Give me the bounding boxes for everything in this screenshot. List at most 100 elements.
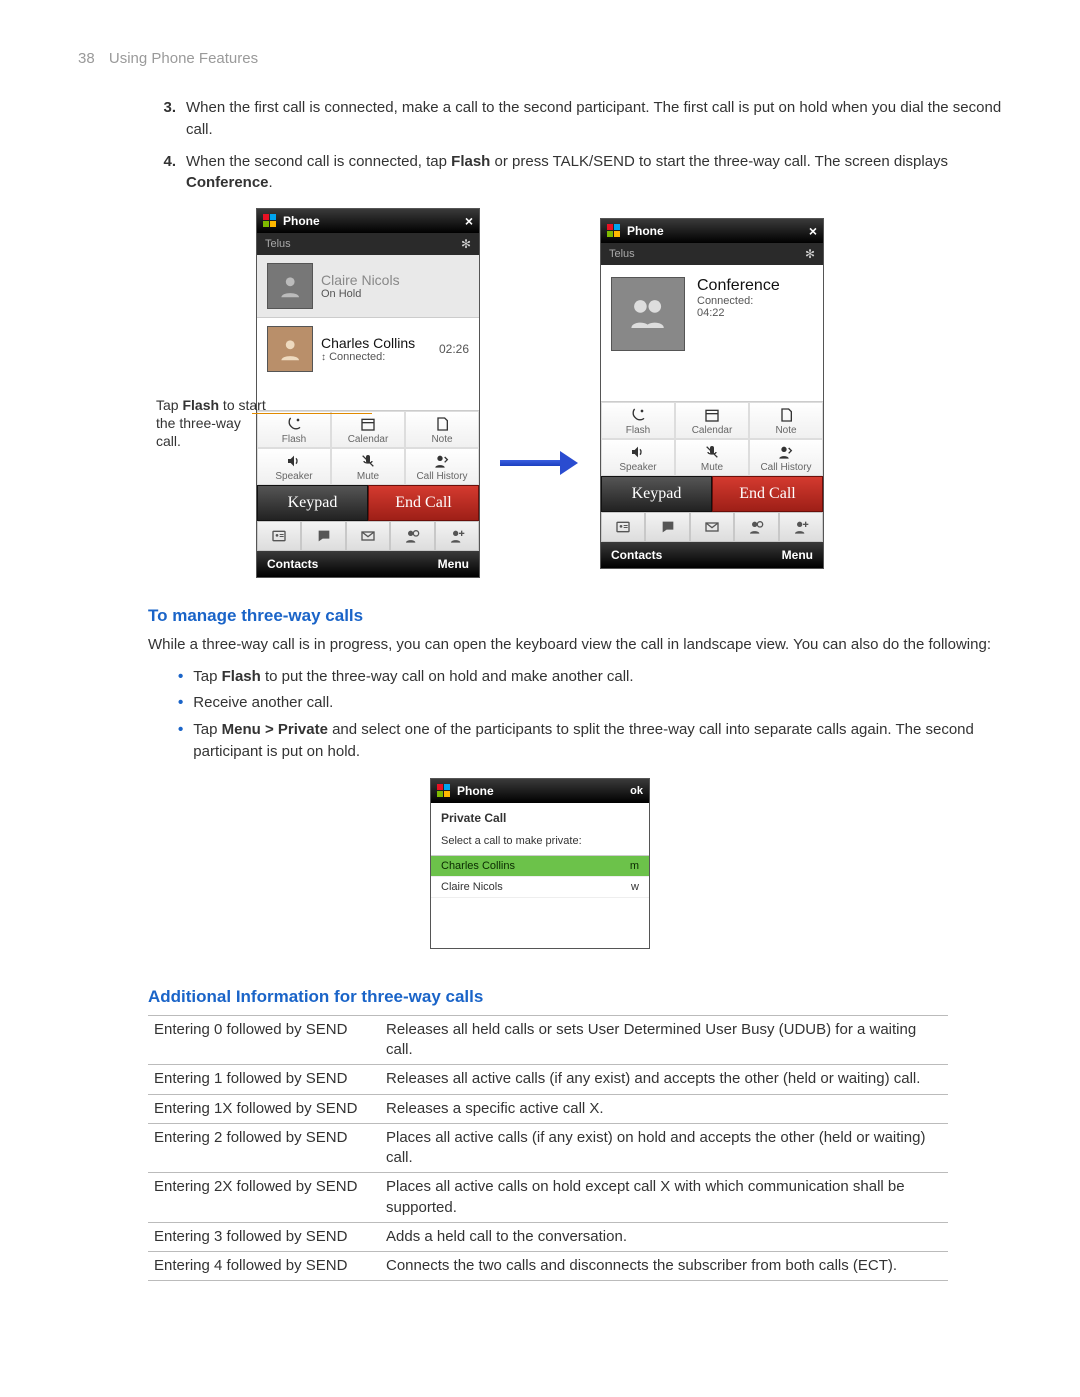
table-row: Entering 2 followed by SENDPlaces all ac… <box>148 1123 948 1173</box>
heading-additional: Additional Information for three-way cal… <box>148 987 1002 1007</box>
status-icons: × <box>453 213 473 229</box>
list-item[interactable]: Charles Collins m <box>431 856 649 877</box>
carrier-bar: Telus ✻ <box>601 243 823 265</box>
table-row: Entering 1 followed by SENDReleases all … <box>148 1065 948 1094</box>
avatar <box>267 326 313 372</box>
action-grid: Flash Calendar Note Speaker Mute Call Hi… <box>257 410 479 485</box>
send-codes-table: Entering 0 followed by SENDReleases all … <box>148 1015 948 1282</box>
list-item-tag: w <box>631 881 639 893</box>
windows-flag-icon <box>607 224 621 238</box>
app-title: Phone <box>283 214 320 228</box>
speaker-button[interactable]: Speaker <box>601 439 675 476</box>
running-header: 38 Using Phone Features <box>0 50 1080 67</box>
soft-left[interactable]: Contacts <box>267 557 318 571</box>
screenshots-row: Tap Flash to start the three-way call. P… <box>78 208 1002 578</box>
call-timer: 02:26 <box>439 342 469 356</box>
windows-flag-icon <box>263 214 277 228</box>
mute-button[interactable]: Mute <box>675 439 749 476</box>
keypad-button[interactable]: Keypad <box>601 476 712 512</box>
soft-right[interactable]: Menu <box>438 557 469 571</box>
bullet-item: • Receive another call. <box>178 692 1002 715</box>
call-status: ↕ Connected: <box>321 351 415 363</box>
private-call-heading: Private Call <box>431 803 649 833</box>
bullet-icon: • <box>178 719 183 764</box>
mute-indicator-icon: ✻ <box>461 237 471 251</box>
end-call-button[interactable]: End Call <box>712 476 823 512</box>
callout-leader-line <box>252 413 372 414</box>
call-history-button[interactable]: Call History <box>405 448 479 485</box>
heading-manage: To manage three-way calls <box>148 606 1002 626</box>
table-row: Entering 1X followed by SENDReleases a s… <box>148 1094 948 1123</box>
end-call-button[interactable]: End Call <box>368 485 479 521</box>
view-contact-icon[interactable] <box>734 512 778 542</box>
status-icons: ok <box>618 785 643 797</box>
view-contact-icon[interactable] <box>390 521 434 551</box>
table-row: Entering 3 followed by SENDAdds a held c… <box>148 1222 948 1251</box>
avatar <box>267 263 313 309</box>
bullet-item: • Tap Menu > Private and select one of t… <box>178 719 1002 764</box>
caller-name: Charles Collins <box>321 335 415 351</box>
note-button[interactable]: Note <box>749 402 823 439</box>
speaker-button[interactable]: Speaker <box>257 448 331 485</box>
calendar-button[interactable]: Calendar <box>331 411 405 448</box>
phone-topbar: Phone × <box>601 219 823 243</box>
app-title: Phone <box>457 784 494 798</box>
active-call-row[interactable]: Charles Collins ↕ Connected: 02:26 <box>257 318 479 380</box>
flash-button[interactable]: Flash <box>257 411 331 448</box>
right-arrow-icon <box>500 455 580 471</box>
soft-right[interactable]: Menu <box>782 548 813 562</box>
add-contact-icon[interactable] <box>779 512 823 542</box>
mute-button[interactable]: Mute <box>331 448 405 485</box>
table-row: Entering 0 followed by SENDReleases all … <box>148 1015 948 1065</box>
ok-button[interactable]: ok <box>630 785 643 797</box>
call-status: Connected: <box>697 295 780 307</box>
contact-card-icon[interactable] <box>257 521 301 551</box>
contact-card-icon[interactable] <box>601 512 645 542</box>
mail-icon[interactable] <box>346 521 390 551</box>
note-button[interactable]: Note <box>405 411 479 448</box>
chat-icon[interactable] <box>645 512 689 542</box>
close-icon[interactable]: × <box>809 223 817 239</box>
list-item-name: Charles Collins <box>441 860 515 872</box>
add-contact-icon[interactable] <box>435 521 479 551</box>
calendar-button[interactable]: Calendar <box>675 402 749 439</box>
caller-name: Claire Nicols <box>321 272 400 288</box>
table-row: Entering 2X followed by SENDPlaces all a… <box>148 1173 948 1223</box>
table-row: Entering 4 followed by SENDConnects the … <box>148 1252 948 1281</box>
quick-icon-row <box>601 512 823 542</box>
step-3: 3. When the first call is connected, mak… <box>78 97 1002 141</box>
softkey-bar: Contacts Menu <box>601 542 823 568</box>
conference-label: Conference <box>697 277 780 295</box>
step-text: When the second call is connected, tap F… <box>186 151 1002 195</box>
close-icon[interactable]: × <box>465 213 473 229</box>
bullet-icon: • <box>178 666 183 689</box>
list-item-name: Claire Nicols <box>441 881 503 893</box>
status-icons: × <box>797 223 817 239</box>
app-title: Phone <box>627 224 664 238</box>
step-4: 4. When the second call is connected, ta… <box>78 151 1002 195</box>
bullet-item: • Tap Flash to put the three-way call on… <box>178 666 1002 689</box>
windows-flag-icon <box>437 784 451 798</box>
mute-indicator-icon: ✻ <box>805 247 815 261</box>
list-item-tag: m <box>630 860 639 872</box>
call-status: On Hold <box>321 288 400 300</box>
mail-icon[interactable] <box>690 512 734 542</box>
on-hold-call-row[interactable]: Claire Nicols On Hold <box>257 255 479 317</box>
phone-screenshot-in-call: Phone × Telus ✻ <box>256 208 480 578</box>
chat-icon[interactable] <box>301 521 345 551</box>
list-item[interactable]: Claire Nicols w <box>431 877 649 898</box>
manage-para: While a three-way call is in progress, y… <box>148 634 1002 656</box>
private-call-prompt: Select a call to make private: <box>431 833 649 856</box>
call-history-button[interactable]: Call History <box>749 439 823 476</box>
phone-screenshot-conference: Phone × Telus ✻ <box>600 218 824 569</box>
step-num: 4. <box>158 151 176 195</box>
soft-left[interactable]: Contacts <box>611 548 662 562</box>
softkey-bar: Contacts Menu <box>257 551 479 577</box>
manual-page: 38 Using Phone Features 3. When the firs… <box>0 0 1080 1361</box>
flash-button[interactable]: Flash <box>601 402 675 439</box>
phone-topbar: Phone × <box>257 209 479 233</box>
call-timer: 04:22 <box>697 307 780 319</box>
page-number: 38 <box>78 50 95 67</box>
keypad-button[interactable]: Keypad <box>257 485 368 521</box>
bullet-icon: • <box>178 692 183 715</box>
